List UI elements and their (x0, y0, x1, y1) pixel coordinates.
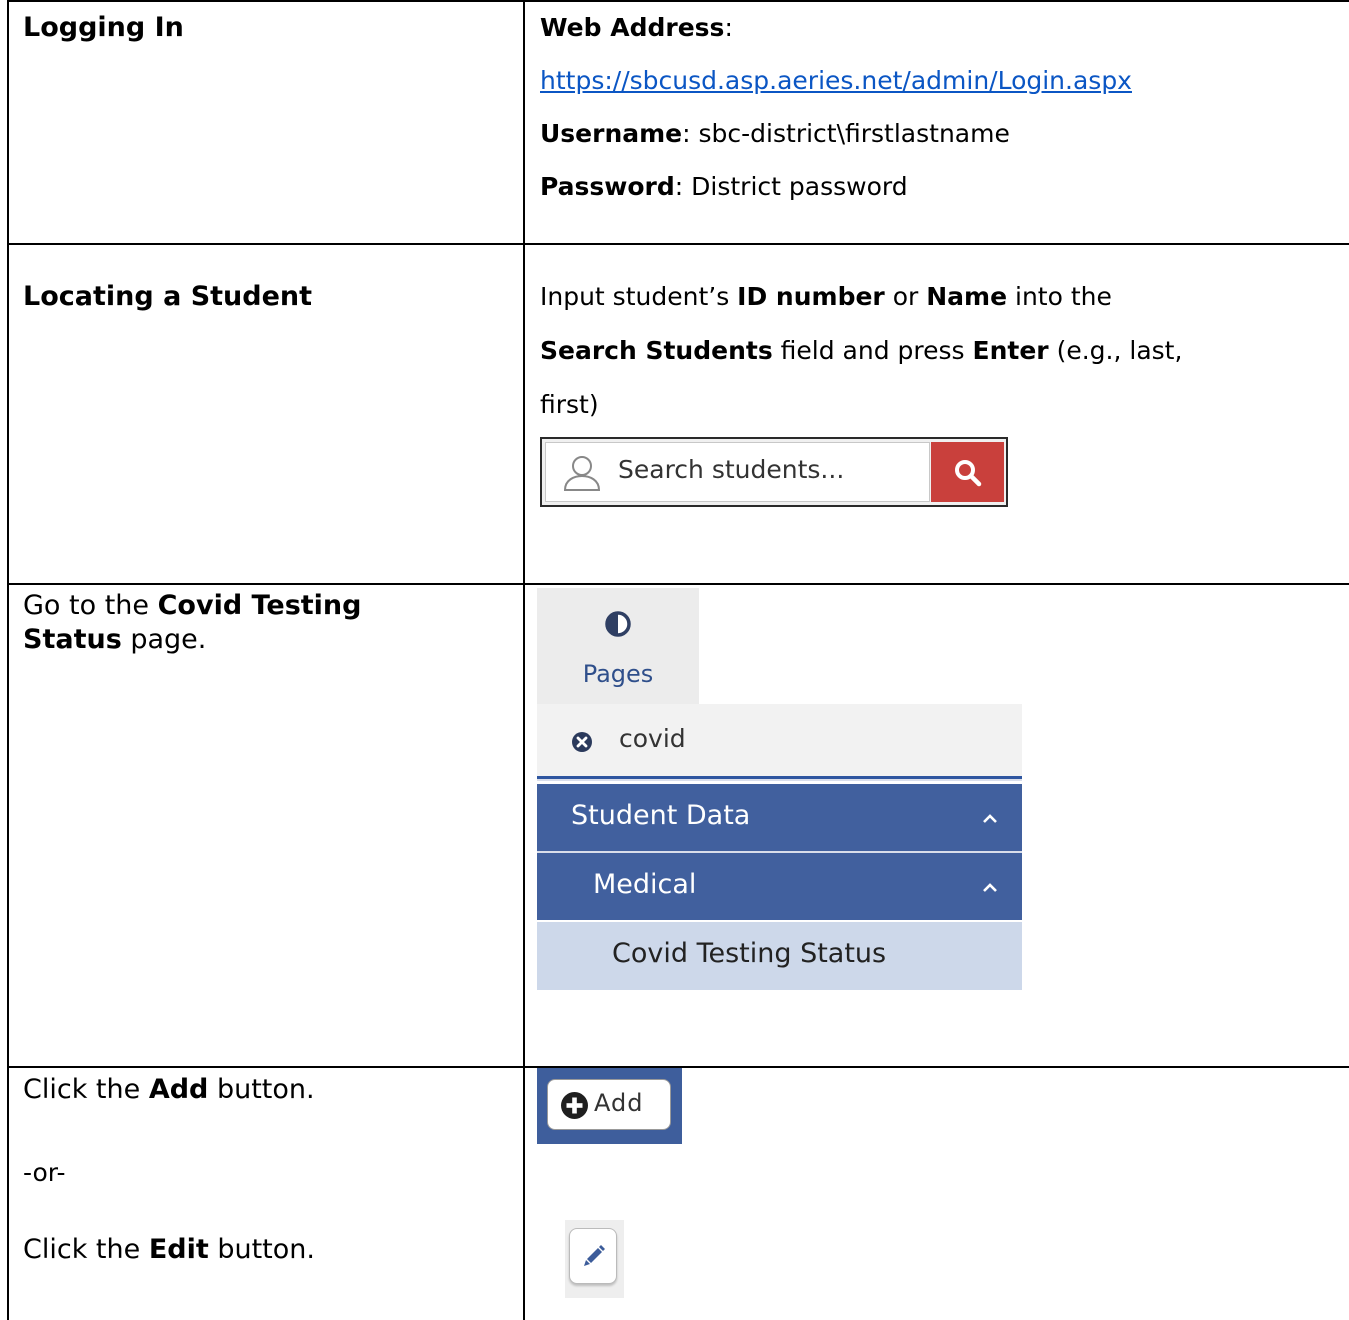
row-heading-locating-student: Locating a Student (23, 281, 313, 312)
text-bold-status: Status (23, 624, 122, 655)
nav-item-student-data[interactable]: Student Data (537, 784, 1022, 851)
text-fragment: or (884, 282, 927, 311)
nav-item-medical[interactable]: Medical (537, 853, 1022, 920)
plus-circle-icon (561, 1092, 588, 1119)
half-circle-icon (605, 611, 631, 637)
pages-filter-input[interactable]: covid (537, 704, 1022, 776)
text-fragment: page. (121, 624, 207, 655)
search-students-widget: Search students... (540, 437, 1008, 507)
user-icon (563, 456, 601, 491)
username-value: : sbc-district\firstlastname (682, 119, 1010, 148)
row-heading-logging-in: Logging In (23, 12, 184, 43)
or-separator: -or- (23, 1158, 66, 1187)
edit-button-container (565, 1220, 624, 1298)
locate-instruction-line-1: Input student’s ID number or Name into t… (540, 280, 1112, 314)
pages-label: Pages (582, 660, 654, 688)
password-line: Password: District password (540, 170, 908, 204)
nav-item-covid-testing-status[interactable]: Covid Testing Status (537, 922, 1022, 990)
username-label: Username (540, 119, 683, 148)
covid-instruction-line-2: Status page. (23, 623, 206, 657)
edit-button[interactable] (569, 1228, 617, 1284)
pencil-icon (584, 1245, 605, 1266)
table-column-divider (523, 0, 525, 1320)
username-line: Username: sbc-district\firstlastname (540, 117, 1010, 151)
edit-instruction-line: Click the Edit button. (23, 1233, 315, 1267)
web-address-line: Web Address: (540, 11, 733, 45)
locate-instruction-line-2: Search Students field and press Enter (e… (540, 334, 1182, 368)
web-address-label: Web Address (540, 13, 725, 42)
search-placeholder: Search students... (618, 455, 845, 484)
text-fragment: (e.g., last, (1048, 336, 1183, 365)
password-value: : District password (674, 172, 908, 201)
nav-item-label: Medical (593, 869, 697, 900)
table-border-top (7, 0, 1349, 2)
text-fragment: Go to the (23, 590, 158, 621)
text-fragment: button. (208, 1074, 315, 1105)
text-fragment: into the (1007, 282, 1112, 311)
nav-separator (537, 779, 1022, 781)
add-instruction-line: Click the Add button. (23, 1073, 315, 1107)
text-bold-edit: Edit (148, 1234, 209, 1265)
text-fragment: button. (208, 1234, 315, 1265)
table-border-left (7, 0, 9, 1320)
password-label: Password (540, 172, 675, 201)
text-fragment: Click the (23, 1234, 149, 1265)
text-bold-name: Name (926, 282, 1008, 311)
text-bold-add: Add (148, 1074, 209, 1105)
filter-value: covid (619, 724, 686, 753)
text-bold-id-number: ID number (737, 282, 885, 311)
search-icon (955, 460, 982, 487)
chevron-up-icon (983, 883, 997, 892)
table-row-divider (7, 243, 1349, 245)
covid-instruction-line-1: Go to the Covid Testing (23, 589, 361, 623)
text-bold-search-students: Search Students (540, 336, 773, 365)
login-url-link[interactable]: https://sbcusd.asp.aeries.net/admin/Logi… (540, 64, 1132, 98)
nav-item-label: Covid Testing Status (612, 938, 887, 969)
search-input[interactable]: Search students... (545, 442, 930, 502)
add-button[interactable]: Add (547, 1079, 671, 1130)
web-address-colon: : (724, 13, 733, 42)
text-bold-enter: Enter (972, 336, 1049, 365)
text-fragment: Input student’s (540, 282, 738, 311)
add-button-label: Add (594, 1089, 644, 1117)
nav-item-label: Student Data (571, 800, 751, 831)
add-button-container: Add (537, 1068, 682, 1144)
instruction-table: Logging In Web Address: https://sbcusd.a… (0, 0, 1349, 1320)
text-bold-covid-testing: Covid Testing (157, 590, 362, 621)
clear-circle-x-icon[interactable] (571, 731, 593, 753)
table-row-divider (7, 583, 1349, 585)
pages-tab[interactable]: Pages (537, 588, 699, 704)
text-fragment: field and press (772, 336, 973, 365)
chevron-up-icon (983, 814, 997, 823)
search-button[interactable] (931, 442, 1004, 502)
text-fragment: Click the (23, 1074, 149, 1105)
locate-instruction-line-3: first) (540, 390, 599, 419)
